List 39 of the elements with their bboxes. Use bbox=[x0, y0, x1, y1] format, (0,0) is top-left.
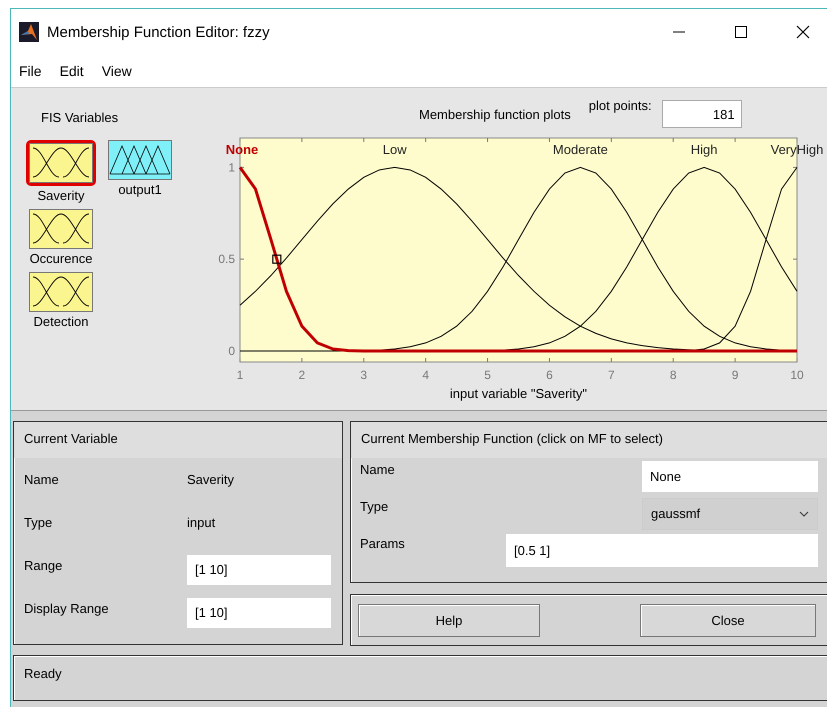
field-label: Params bbox=[360, 536, 405, 551]
field-label: Range bbox=[24, 558, 64, 573]
window-title: Membership Function Editor: fzzy bbox=[47, 24, 271, 40]
axis-tick-label: 10 bbox=[790, 368, 804, 382]
axis-tick-label: 0.5 bbox=[218, 252, 235, 266]
field-label: Type bbox=[360, 499, 388, 514]
axis-tick-label: 4 bbox=[422, 368, 429, 382]
axis-tick-label: 1 bbox=[228, 160, 235, 174]
section-title: FIS Variables bbox=[41, 110, 118, 125]
curve-label: Low bbox=[382, 142, 407, 157]
axis-tick-label: 2 bbox=[298, 368, 306, 382]
field-label: Display Range bbox=[24, 601, 110, 616]
field-label: Name bbox=[24, 472, 60, 487]
field-label: Type bbox=[24, 515, 54, 530]
axis-tick-label: 9 bbox=[732, 368, 738, 382]
curve-label: None bbox=[226, 142, 258, 157]
axis-tick-label: 3 bbox=[360, 368, 368, 382]
field-label: plot points: bbox=[588, 98, 652, 113]
field-value: Saverity bbox=[187, 472, 234, 487]
variable-label: Detection bbox=[34, 314, 88, 329]
field-value: input bbox=[187, 515, 216, 530]
status-text: Ready bbox=[24, 666, 62, 681]
axis-tick-label: 5 bbox=[484, 368, 491, 382]
curve-label: Moderate bbox=[552, 142, 608, 157]
axis-tick-label: 1 bbox=[236, 368, 244, 382]
variable-label: Occurence bbox=[30, 251, 92, 266]
panel-title: Current Variable bbox=[14, 422, 342, 458]
variable-label: Saverity bbox=[38, 188, 84, 203]
panel-title: Current Membership Function (click on MF to select) bbox=[351, 422, 827, 458]
variable-label: output1 bbox=[118, 182, 162, 197]
axis-tick-label: 0 bbox=[228, 344, 235, 358]
curve-label: VeryHigh bbox=[770, 142, 824, 157]
plot-title: Membership function plots bbox=[419, 106, 571, 122]
field-label: Name bbox=[360, 462, 395, 477]
axis-tick-label: 6 bbox=[546, 368, 553, 382]
curve-label: High bbox=[690, 142, 718, 157]
axis-tick-label: 8 bbox=[670, 368, 677, 382]
axis-label: input variable "Saverity" bbox=[450, 386, 588, 401]
axis-tick-label: 7 bbox=[608, 368, 615, 382]
